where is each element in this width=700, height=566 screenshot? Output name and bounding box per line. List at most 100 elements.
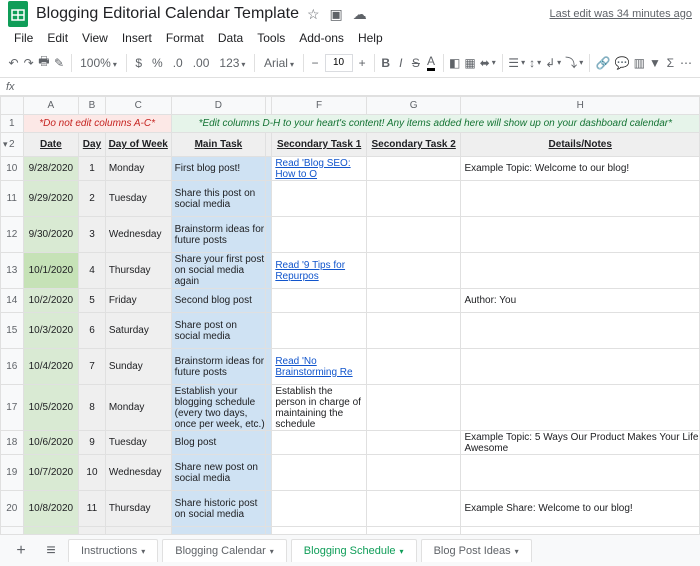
col-header-D[interactable]: D [171,97,266,115]
cell-sec2[interactable] [366,385,461,431]
formula-bar[interactable]: fx [0,78,700,96]
valign-icon[interactable]: ↕ [529,52,541,74]
cell-task[interactable]: Brainstorm ideas for future posts [171,217,266,253]
hdr-details[interactable]: Details/Notes [461,133,700,157]
row-number[interactable]: 14 [1,289,24,313]
cell-day[interactable]: 9 [79,431,106,455]
cell-details[interactable]: Example Share: Welcome to our blog! [461,491,700,527]
rotate-icon[interactable]: ⤵ [565,52,583,74]
menu-format[interactable]: Format [160,29,210,47]
cell-day[interactable]: 11 [79,491,106,527]
add-sheet-button[interactable]: + [8,539,34,563]
menu-view[interactable]: View [76,29,114,47]
hdr-date[interactable]: Date [23,133,79,157]
menu-insert[interactable]: Insert [116,29,158,47]
cell-day[interactable]: 8 [79,385,106,431]
move-icon[interactable]: ▣ [330,6,343,23]
star-icon[interactable]: ☆ [307,6,320,23]
hdr-day[interactable]: Day [79,133,106,157]
cell-day[interactable]: 10 [79,455,106,491]
font-size-input[interactable] [325,54,353,72]
row-number[interactable]: 16 [1,349,24,385]
cell-date[interactable]: 10/1/2020 [23,253,79,289]
text-color-icon[interactable]: A [425,52,436,74]
hdr-sec1[interactable]: Secondary Task 1 [272,133,367,157]
filter-icon[interactable]: ▼ [649,52,661,74]
cell-sec2[interactable] [366,157,461,181]
cell-task[interactable]: First blog post! [171,157,266,181]
cell-dow[interactable]: Sunday [105,349,171,385]
toolbar-overflow-icon[interactable]: ⋯ [680,52,692,74]
row-number[interactable]: 17 [1,385,24,431]
cell-details[interactable]: Example Topic: 5 Ways Our Product Makes … [461,431,700,455]
cell-sec1[interactable]: Read 'No Brainstorming Re [272,349,367,385]
cell-dow[interactable]: Tuesday [105,431,171,455]
chevron-down-icon[interactable]: ▾ [515,547,519,556]
cell-day[interactable]: 3 [79,217,106,253]
menu-file[interactable]: File [8,29,39,47]
decrease-decimal[interactable]: .0 [170,56,186,70]
cell-sec2[interactable] [366,431,461,455]
col-header-H[interactable]: H [461,97,700,115]
paint-format-icon[interactable]: ✎ [54,52,65,74]
redo-icon[interactable]: ↷ [23,52,34,74]
cell-sec1[interactable] [272,313,367,349]
cell-dow[interactable]: Monday [105,385,171,431]
cell-date[interactable]: 9/28/2020 [23,157,79,181]
cell-sec2[interactable] [366,289,461,313]
cell-day[interactable]: 2 [79,181,106,217]
cell-details[interactable] [461,217,700,253]
cell-sec1[interactable] [272,491,367,527]
row-number[interactable]: 15 [1,313,24,349]
cell-sec1[interactable]: Read '9 Tips for Repurpos [272,253,367,289]
cell-details[interactable] [461,455,700,491]
last-edit-link[interactable]: Last edit was 34 minutes ago [550,8,692,20]
cell-details[interactable] [461,253,700,289]
cell-dow[interactable]: Monday [105,157,171,181]
hdr-dow[interactable]: Day of Week [105,133,171,157]
cell-details[interactable]: Example Topic: Welcome to our blog! [461,157,700,181]
col-header-B[interactable]: B [79,97,106,115]
cell-day[interactable]: 1 [79,157,106,181]
cell-task[interactable]: Share post on social media [171,313,266,349]
col-header-F[interactable]: F [272,97,367,115]
italic-icon[interactable]: I [395,52,406,74]
cell-date[interactable]: 10/3/2020 [23,313,79,349]
cell-sec2[interactable] [366,455,461,491]
sheet-tab-blog-post-ideas[interactable]: Blog Post Ideas▾ [421,539,532,562]
zoom-dropdown[interactable]: 100% [77,56,120,70]
hdr-sec2[interactable]: Secondary Task 2 [366,133,461,157]
row-number[interactable]: 18 [1,431,24,455]
wrap-icon[interactable]: ↲ [545,52,561,74]
cell-sec2[interactable] [366,313,461,349]
row-number[interactable]: 11 [1,181,24,217]
cell-sec1[interactable] [272,289,367,313]
format-percent[interactable]: % [149,56,166,70]
cell-date[interactable]: 10/7/2020 [23,455,79,491]
cell-date[interactable]: 9/29/2020 [23,181,79,217]
row-number[interactable]: 13 [1,253,24,289]
menu-help[interactable]: Help [352,29,389,47]
row-number[interactable]: 1 [1,115,24,133]
link[interactable]: Read '9 Tips for Repurpos [275,260,345,282]
cell-dow[interactable]: Tuesday [105,181,171,217]
increase-decimal[interactable]: .00 [190,56,213,70]
cell-dow[interactable]: Friday [105,289,171,313]
menu-tools[interactable]: Tools [251,29,291,47]
row-number[interactable]: 19 [1,455,24,491]
sheet-tab-blogging-schedule[interactable]: Blogging Schedule▾ [291,539,417,562]
cell-day[interactable]: 4 [79,253,106,289]
chevron-down-icon[interactable]: ▾ [400,547,404,556]
font-dropdown[interactable]: Arial [261,56,297,70]
cell-date[interactable]: 10/6/2020 [23,431,79,455]
undo-icon[interactable]: ↶ [8,52,19,74]
cell-day[interactable]: 6 [79,313,106,349]
cell-sec1[interactable] [272,431,367,455]
all-sheets-button[interactable]: ≡ [38,539,64,563]
cell-task[interactable]: Share this post on social media [171,181,266,217]
col-header-A[interactable]: A [23,97,79,115]
borders-icon[interactable]: ▦ [464,52,475,74]
cell-sec2[interactable] [366,491,461,527]
cell-dow[interactable]: Wednesday [105,455,171,491]
font-size-dec[interactable]: − [309,52,320,74]
